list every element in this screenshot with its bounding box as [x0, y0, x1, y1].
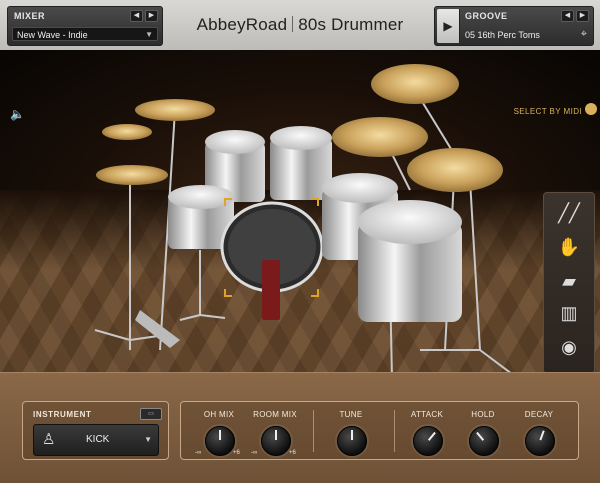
select-by-midi-toggle[interactable]: SELECT BY MIDI: [514, 107, 582, 116]
room-mix-label: ROOM MIX: [253, 410, 297, 419]
app-title-left: AbbeyRoad: [196, 15, 288, 34]
hi-hat[interactable]: [96, 165, 168, 185]
groove-panel: ▶ GROOVE ◀ ▶ 05 16th Perc Toms ⌖: [434, 6, 594, 46]
oh-mix-min: -∞: [195, 450, 202, 456]
tune-label: TUNE: [339, 410, 363, 419]
groove-label: GROOVE: [465, 11, 508, 21]
oh-mix-max: +6: [233, 450, 240, 456]
crash-cymbal-left[interactable]: [135, 99, 215, 121]
groove-value[interactable]: 05 16th Perc Toms: [465, 30, 540, 40]
hihat-pedal[interactable]: [135, 310, 180, 348]
groove-next-button[interactable]: ▶: [576, 10, 589, 22]
instrument-label: INSTRUMENT: [33, 410, 92, 419]
title-divider: [292, 16, 294, 32]
instrument-select[interactable]: ♙ KICK ▼: [33, 424, 159, 456]
divider: [394, 410, 395, 452]
attack-knob[interactable]: [413, 426, 443, 456]
instrument-box: INSTRUMENT ▭ ♙ KICK ▼: [22, 401, 169, 460]
shaker-icon[interactable]: ▥: [551, 299, 587, 327]
hold-knob[interactable]: [469, 426, 499, 456]
drum-kit-illustration: [94, 64, 512, 372]
kit-view-button[interactable]: ▭: [140, 408, 162, 420]
sound-controls-box: OH MIX -∞ +6 ROOM MIX -∞ +6 TUNE ATTACK …: [180, 401, 579, 460]
china-cymbal[interactable]: [371, 64, 459, 104]
palette-icon[interactable]: [585, 103, 597, 115]
kick-pedal[interactable]: [262, 260, 280, 320]
divider: [313, 410, 314, 452]
top-bar: MIXER ◀ ▶ New Wave - Indie ▼ AbbeyRoad 80…: [0, 0, 600, 51]
oh-mix-knob[interactable]: [205, 426, 235, 456]
instrument-value: KICK: [86, 434, 110, 445]
splash-cymbal[interactable]: [102, 124, 152, 140]
cymbal-tool-icon[interactable]: ◉: [551, 333, 587, 361]
decay-knob[interactable]: [525, 426, 555, 456]
drag-groove-icon[interactable]: ⌖: [581, 28, 587, 41]
kick-pedal-icon: ♙: [42, 431, 56, 448]
decay-label: DECAY: [524, 410, 554, 419]
control-panel: INSTRUMENT ▭ ♙ KICK ▼ OH MIX -∞ +6 ROOM …: [0, 372, 600, 483]
app-title-right: 80s Drummer: [298, 15, 404, 34]
tune-knob[interactable]: [337, 426, 367, 456]
crash-cymbal-right[interactable]: [407, 148, 503, 192]
oh-mix-label: OH MIX: [203, 410, 235, 419]
app-window: MIXER ◀ ▶ New Wave - Indie ▼ AbbeyRoad 80…: [0, 0, 600, 483]
hands-icon[interactable]: ✋: [551, 233, 587, 261]
room-mix-min: -∞: [251, 450, 258, 456]
drum-stage: 🔈 SELECT BY MIDI ╱╱ ✋ ▰ ▥ ◉: [0, 50, 600, 372]
chevron-down-icon: ▼: [144, 435, 152, 444]
hold-label: HOLD: [471, 410, 495, 419]
cowbell-icon[interactable]: ▰: [551, 267, 587, 295]
ride-cymbal[interactable]: [332, 117, 428, 157]
drumsticks-icon[interactable]: ╱╱: [551, 199, 587, 227]
groove-prev-button[interactable]: ◀: [561, 10, 574, 22]
play-button[interactable]: ▶: [437, 9, 460, 43]
room-mix-max: +6: [289, 450, 296, 456]
percussion-tools-panel: ╱╱ ✋ ▰ ▥ ◉: [543, 192, 595, 372]
attack-label: ATTACK: [410, 410, 444, 419]
speaker-icon[interactable]: 🔈: [10, 107, 25, 121]
room-mix-knob[interactable]: [261, 426, 291, 456]
